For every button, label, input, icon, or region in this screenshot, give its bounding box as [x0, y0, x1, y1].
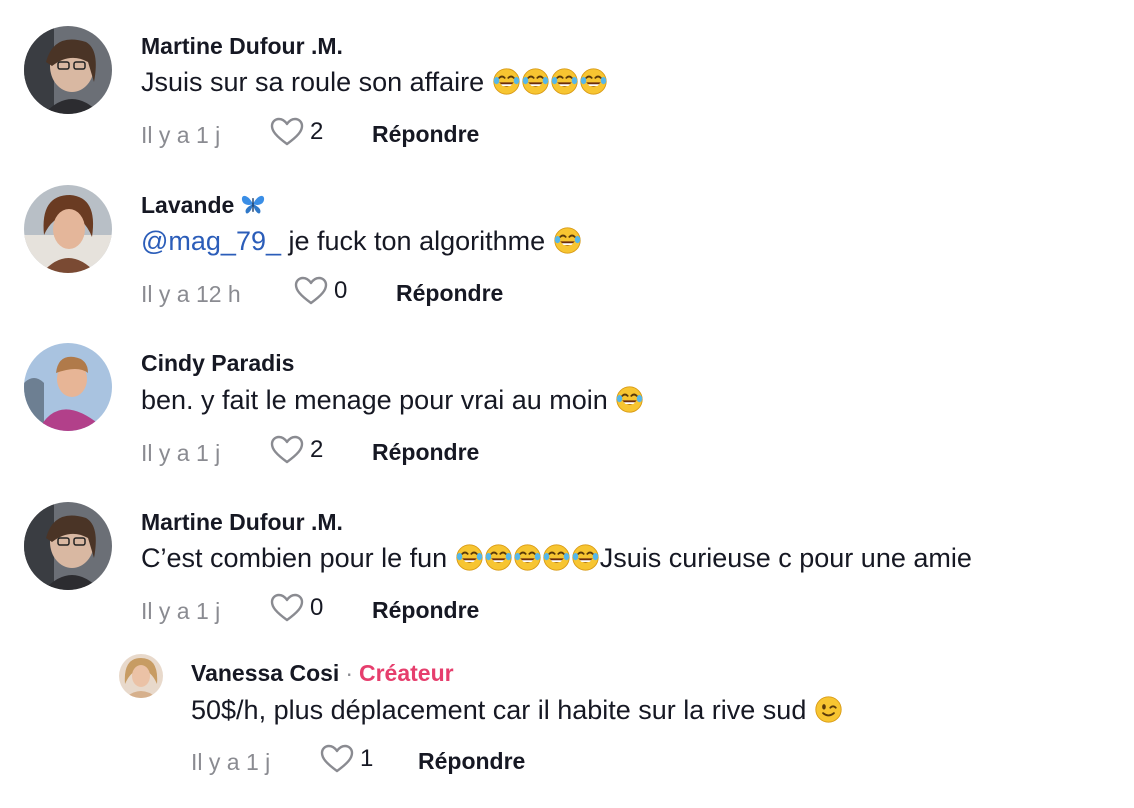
- avatar[interactable]: [24, 26, 112, 114]
- heart-outline-icon[interactable]: [270, 593, 304, 623]
- like-button[interactable]: 0: [294, 276, 347, 306]
- comment-text: ben. y fait le menage pour vrai au moin: [141, 385, 644, 416]
- face-with-tears-of-joy-emoji: [492, 67, 521, 96]
- heart-outline-icon[interactable]: [320, 744, 354, 774]
- face-with-tears-of-joy-emoji: [484, 543, 513, 572]
- like-button[interactable]: 2: [270, 435, 323, 465]
- reply-button[interactable]: Répondre: [372, 121, 479, 148]
- face-with-tears-of-joy-emoji: [553, 226, 582, 255]
- like-button[interactable]: 2: [270, 117, 323, 147]
- username[interactable]: Martine Dufour .M.: [141, 33, 343, 60]
- avatar[interactable]: [24, 502, 112, 590]
- face-with-tears-of-joy-emoji: [513, 543, 542, 572]
- like-count: 2: [310, 118, 324, 145]
- username[interactable]: Cindy Paradis: [141, 350, 294, 377]
- like-button[interactable]: 1: [320, 744, 373, 774]
- username[interactable]: Martine Dufour .M.: [141, 509, 343, 536]
- face-with-tears-of-joy-emoji: [615, 385, 644, 414]
- face-with-tears-of-joy-emoji: [579, 67, 608, 96]
- like-button[interactable]: 0: [270, 593, 323, 623]
- face-with-tears-of-joy-emoji: [542, 543, 571, 572]
- username[interactable]: Lavande: [141, 192, 266, 219]
- separator: ·: [345, 660, 353, 686]
- comment-text: Jsuis sur sa roule son affaire: [141, 67, 608, 98]
- comment-text: 50$/h, plus déplacement car il habite su…: [191, 695, 843, 726]
- reply-button[interactable]: Répondre: [372, 439, 479, 466]
- avatar[interactable]: [24, 343, 112, 431]
- reply-button[interactable]: Répondre: [396, 280, 503, 307]
- comment-text: C’est combien pour le fun Jsuis curieuse…: [141, 543, 972, 573]
- like-count: 0: [310, 594, 324, 621]
- reply-username[interactable]: Vanessa Cosi: [191, 660, 339, 686]
- face-with-tears-of-joy-emoji: [455, 543, 484, 572]
- winking-face-emoji: [814, 695, 843, 724]
- mention-link[interactable]: @mag_79_: [141, 226, 281, 256]
- comment-text: @mag_79_ je fuck ton algorithme: [141, 226, 582, 257]
- timestamp: Il y a 1 j: [141, 122, 221, 148]
- like-count: 1: [360, 745, 374, 772]
- heart-outline-icon[interactable]: [270, 117, 304, 147]
- reply-button[interactable]: Répondre: [372, 597, 479, 624]
- face-with-tears-of-joy-emoji: [571, 543, 600, 572]
- face-with-tears-of-joy-emoji: [550, 67, 579, 96]
- face-with-tears-of-joy-emoji: [521, 67, 550, 96]
- timestamp: Il y a 12 h: [141, 281, 241, 307]
- butterfly-icon: [240, 192, 266, 216]
- username: Vanessa Cosi · Créateur: [191, 660, 454, 687]
- like-count: 2: [310, 436, 324, 463]
- reply-button[interactable]: Répondre: [418, 748, 525, 775]
- heart-outline-icon[interactable]: [294, 276, 328, 306]
- avatar[interactable]: [24, 185, 112, 273]
- creator-badge: Créateur: [358, 660, 454, 686]
- timestamp: Il y a 1 j: [141, 440, 221, 466]
- avatar[interactable]: [119, 654, 163, 698]
- heart-outline-icon[interactable]: [270, 435, 304, 465]
- timestamp: Il y a 1 j: [141, 598, 221, 624]
- timestamp: Il y a 1 j: [191, 749, 271, 775]
- like-count: 0: [334, 277, 348, 304]
